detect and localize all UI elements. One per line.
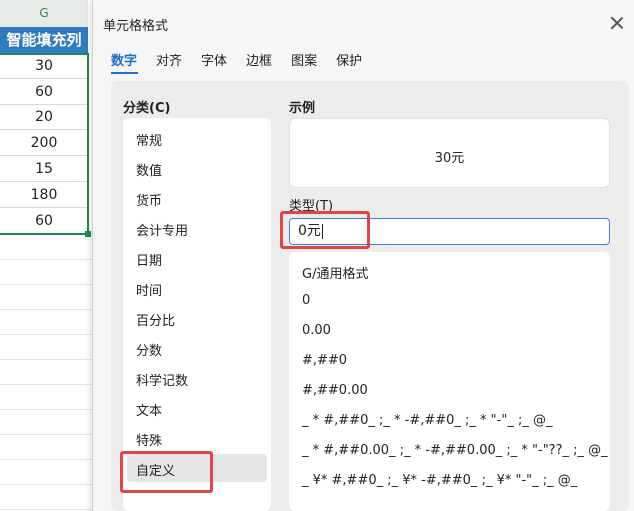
category-item-general[interactable]: 常规 <box>136 130 162 149</box>
category-item-scientific[interactable]: 科学记数 <box>136 370 188 389</box>
category-item-fraction[interactable]: 分数 <box>136 340 162 359</box>
tab-border[interactable]: 边框 <box>246 50 272 72</box>
column-header-g[interactable]: G <box>0 0 88 28</box>
grid-line <box>0 459 92 460</box>
close-icon[interactable] <box>609 15 625 31</box>
grid-line <box>0 484 92 485</box>
category-item-percentage[interactable]: 百分比 <box>136 310 175 329</box>
format-list[interactable]: G/通用格式 0 0.00 #,##0 #,##0.00 _ * #,##0_ … <box>289 252 610 511</box>
table-cell[interactable]: 15 <box>0 157 88 182</box>
grid-line <box>0 334 92 335</box>
category-label: 分类(C) <box>123 101 171 116</box>
grid-line <box>0 309 92 310</box>
grid-line <box>0 384 92 385</box>
tab-pattern[interactable]: 图案 <box>291 50 317 72</box>
category-item-custom[interactable]: 自定义 <box>136 460 175 479</box>
dialog-title: 单元格格式 <box>103 19 169 34</box>
text-caret <box>321 223 323 239</box>
active-tab-indicator <box>111 72 138 74</box>
tab-bar: 数字 对齐 字体 边框 图案 保护 <box>111 50 381 72</box>
format-item[interactable]: _ * #,##0.00_ ;_ * -#,##0.00_ ;_ * "-"??… <box>302 443 608 458</box>
table-cell[interactable]: 30 <box>0 54 88 79</box>
grid-line <box>0 409 92 410</box>
fill-handle[interactable] <box>85 231 91 237</box>
grid-line <box>0 284 92 285</box>
format-item[interactable]: #,##0.00 <box>302 383 368 398</box>
category-item-date[interactable]: 日期 <box>136 250 162 269</box>
table-header-cell[interactable]: 智能填充列 <box>0 27 88 53</box>
tab-alignment[interactable]: 对齐 <box>156 50 182 72</box>
format-item[interactable]: G/通用格式 <box>302 263 368 282</box>
category-item-time[interactable]: 时间 <box>136 280 162 299</box>
tab-number[interactable]: 数字 <box>111 50 137 72</box>
table-cell[interactable]: 200 <box>0 131 88 156</box>
format-item[interactable]: #,##0 <box>302 353 347 368</box>
category-item-special[interactable]: 特殊 <box>136 430 162 449</box>
sample-preview-box: 30元 <box>289 118 610 188</box>
table-cell[interactable]: 60 <box>0 80 88 105</box>
format-item[interactable]: _ * #,##0_ ;_ * -#,##0_ ;_ * "-"_ ;_ @_ <box>302 413 552 428</box>
grid-line <box>0 434 92 435</box>
format-cells-dialog: 单元格格式 数字 对齐 字体 边框 图案 保护 分类(C) 常规 数值 货币 会… <box>92 0 634 511</box>
category-item-text[interactable]: 文本 <box>136 400 162 419</box>
tab-protection[interactable]: 保护 <box>336 50 362 72</box>
sample-value: 30元 <box>434 151 465 166</box>
category-item-number[interactable]: 数值 <box>136 160 162 179</box>
type-label: 类型(T) <box>289 199 334 214</box>
type-input-value: 0元 <box>298 223 321 239</box>
category-item-currency[interactable]: 货币 <box>136 190 162 209</box>
grid-line <box>0 259 92 260</box>
format-item[interactable]: 0.00 <box>302 323 331 338</box>
grid-line <box>0 509 92 510</box>
table-cell[interactable]: 180 <box>0 183 88 208</box>
grid-line <box>0 359 92 360</box>
category-list[interactable]: 常规 数值 货币 会计专用 日期 时间 百分比 分数 科学记数 文本 特殊 自定… <box>123 118 271 511</box>
sample-label: 示例 <box>289 101 316 116</box>
tab-font[interactable]: 字体 <box>201 50 227 72</box>
type-input[interactable]: 0元 <box>289 218 610 245</box>
category-item-accounting[interactable]: 会计专用 <box>136 220 188 239</box>
format-item[interactable]: _ ¥* #,##0_ ;_ ¥* -#,##0_ ;_ ¥* "-"_ ;_ … <box>302 473 577 488</box>
format-item[interactable]: 0 <box>302 293 310 308</box>
table-cell[interactable]: 60 <box>0 209 88 234</box>
table-cell[interactable]: 20 <box>0 105 88 130</box>
